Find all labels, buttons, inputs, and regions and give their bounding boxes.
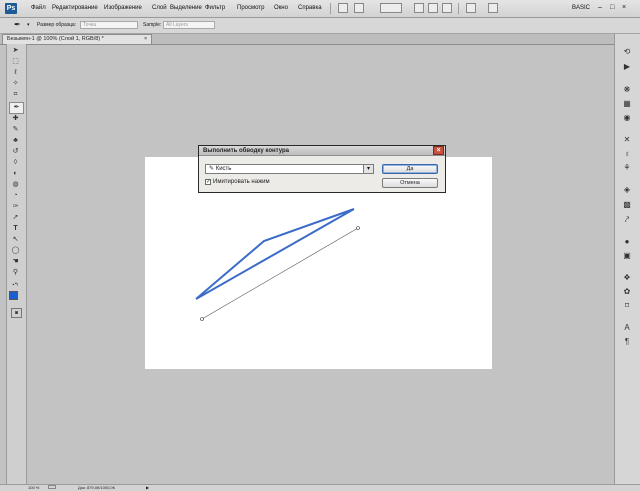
paths-panel-icon[interactable]: ⤤ (621, 214, 633, 226)
quick-mask-icon[interactable]: ◙ (11, 308, 22, 318)
sample-label: Sample: (143, 22, 162, 28)
zoom-tool-icon[interactable]: ⚲ (9, 268, 22, 278)
tool-select[interactable]: ✎ Кисть (205, 164, 374, 174)
menu-help[interactable]: Справка (298, 5, 322, 11)
zoom-level[interactable]: 100 % (28, 485, 39, 491)
bridge-icon[interactable] (338, 3, 348, 13)
paragraph-panel-icon[interactable]: ¶ (621, 336, 633, 348)
menu-window[interactable]: Окно (274, 5, 288, 11)
separator (330, 3, 331, 14)
ok-button[interactable]: Да (382, 164, 438, 174)
masks-panel-icon[interactable]: ♁ (621, 148, 633, 160)
screen-mode-icon[interactable] (354, 3, 364, 13)
simulate-pressure-label: Имитировать нажим (213, 179, 270, 185)
channels-panel-icon[interactable]: ▩ (621, 199, 633, 211)
menu-view[interactable]: Просмотр (237, 5, 264, 11)
path-selection-icon[interactable]: ➚ (9, 213, 22, 223)
chevron-down-icon[interactable]: ▾ (27, 22, 30, 28)
info-panel-icon[interactable]: ● (621, 236, 633, 248)
extras-icon[interactable] (488, 3, 498, 13)
color-panel-icon[interactable]: ❋ (621, 84, 633, 96)
shape-tool-icon[interactable]: ◯ (9, 246, 22, 256)
tool-presets-panel-icon[interactable]: ✿ (621, 286, 633, 298)
options-bar: ✒ ▾ Размер образца: Точка Sample: All La… (0, 18, 640, 34)
brush-tool-icon[interactable]: ✎ (9, 125, 22, 135)
sample-size-select[interactable]: Точка (80, 21, 138, 29)
maximize-button[interactable]: □ (610, 4, 614, 11)
character-panel-icon[interactable]: A (621, 322, 633, 334)
crop-tool-icon[interactable]: ⌗ (9, 90, 22, 100)
magic-wand-icon[interactable]: ✧ (9, 79, 22, 89)
pen-tool-icon[interactable]: ✑ (9, 202, 22, 212)
type-tool-icon[interactable]: T (9, 224, 22, 234)
move-tool-icon[interactable]: ➤ (9, 46, 22, 56)
sample-select[interactable]: All Layers (163, 21, 215, 29)
anchor-point (356, 226, 360, 230)
minimize-button[interactable]: – (598, 4, 602, 11)
navigator-panel-icon[interactable]: ▣ (621, 250, 633, 262)
menu-edit[interactable]: Редактирование (52, 5, 98, 11)
close-tab-icon[interactable]: × (144, 35, 147, 44)
layers-panel-icon[interactable]: ◈ (621, 184, 633, 196)
cancel-button[interactable]: Отмена (382, 178, 438, 188)
close-app-button[interactable]: × (622, 4, 626, 11)
document-size-info: Док: 879,0К/1000,0К (78, 485, 115, 490)
eyedropper-icon[interactable]: ✒ (14, 20, 21, 29)
lasso-tool-icon[interactable]: ℓ (9, 68, 22, 78)
healing-brush-icon[interactable]: ✚ (9, 114, 22, 124)
gradient-tool-icon[interactable]: ◐ (9, 169, 22, 179)
swatches-panel-icon[interactable]: ▦ (621, 98, 633, 110)
sample-size-label: Размер образца: (37, 22, 77, 28)
brushes-panel-icon[interactable]: ⚘ (621, 162, 633, 174)
stroked-path (195, 208, 355, 300)
dialog-title: Выполнить обводку контура (199, 146, 445, 156)
clone-stamp-icon[interactable]: ♣ (9, 136, 22, 146)
zoom-icon[interactable] (48, 485, 56, 489)
styles-panel-icon[interactable]: ◉ (621, 112, 633, 124)
menu-bar: Ps Файл Редактирование Изображение Слой … (0, 0, 640, 18)
toolbox: ➤ ⬚ ℓ ✧ ⌗ ✒ ✚ ✎ ♣ ↺ ◊ ◐ ◍ ◔ ✑ ➚ T ↖ ◯ ☚ … (6, 44, 27, 484)
notes-panel-icon[interactable]: ⌑ (621, 300, 633, 312)
eraser-tool-icon[interactable]: ◊ (9, 158, 22, 168)
direct-selection-icon[interactable]: ↖ (9, 235, 22, 245)
dialog-close-button[interactable]: × (433, 146, 444, 155)
document-tab-bar: Безымян-1 @ 100% (Слой 1, RGB/8) * × (0, 34, 640, 45)
status-menu-arrow-icon[interactable]: ▶ (146, 485, 149, 491)
tool-select-value: Кисть (215, 166, 232, 172)
history-brush-icon[interactable]: ↺ (9, 147, 22, 157)
blur-tool-icon[interactable]: ◍ (9, 180, 22, 190)
history-panel-icon[interactable]: ⟲ (621, 46, 633, 58)
simulate-pressure-checkbox[interactable]: ✓ (205, 179, 211, 185)
zoom-level-icon[interactable] (380, 3, 402, 13)
rotate-view-icon[interactable] (442, 3, 452, 13)
menu-file[interactable]: Файл (31, 5, 46, 11)
adjustments-panel-icon[interactable]: ✕ (621, 134, 633, 146)
document-tab[interactable]: Безымян-1 @ 100% (Слой 1, RGB/8) * × (2, 34, 152, 44)
menu-filter[interactable]: Фильтр (205, 5, 225, 11)
hand-tool-icon[interactable] (414, 3, 424, 13)
arrange-documents-icon[interactable] (466, 3, 476, 13)
clone-source-panel-icon[interactable]: ❖ (621, 272, 633, 284)
menu-select[interactable]: Выделение (170, 5, 202, 11)
foreground-color-swatch[interactable] (9, 291, 18, 300)
menu-layer[interactable]: Слой (152, 5, 167, 11)
marquee-tool-icon[interactable]: ⬚ (9, 57, 22, 67)
menu-image[interactable]: Изображение (104, 5, 142, 11)
panel-dock: ⟲ ▶ ❋ ▦ ◉ ✕ ♁ ⚘ ◈ ▩ ⤤ ● ▣ ❖ ✿ ⌑ A ¶ (614, 34, 640, 484)
swap-colors-icon[interactable]: ▪↰ (9, 280, 22, 290)
zoom-tool-icon[interactable] (428, 3, 438, 13)
anchor-point (200, 317, 204, 321)
stroke-path-dialog: Выполнить обводку контура × ✎ Кисть ▾ ✓ … (198, 145, 446, 193)
brush-icon: ✎ (209, 166, 215, 172)
chevron-down-icon[interactable]: ▾ (363, 164, 374, 174)
dodge-tool-icon[interactable]: ◔ (9, 191, 22, 201)
photoshop-logo-icon[interactable]: Ps (5, 3, 17, 14)
separator (458, 3, 459, 14)
document-tab-title: Безымян-1 @ 100% (Слой 1, RGB/8) * (7, 36, 104, 42)
hand-tool-icon[interactable]: ☚ (9, 257, 22, 267)
eyedropper-tool-icon[interactable]: ✒ (9, 102, 24, 114)
workspace-switcher[interactable]: BASIC (572, 5, 590, 11)
actions-panel-icon[interactable]: ▶ (621, 61, 633, 73)
